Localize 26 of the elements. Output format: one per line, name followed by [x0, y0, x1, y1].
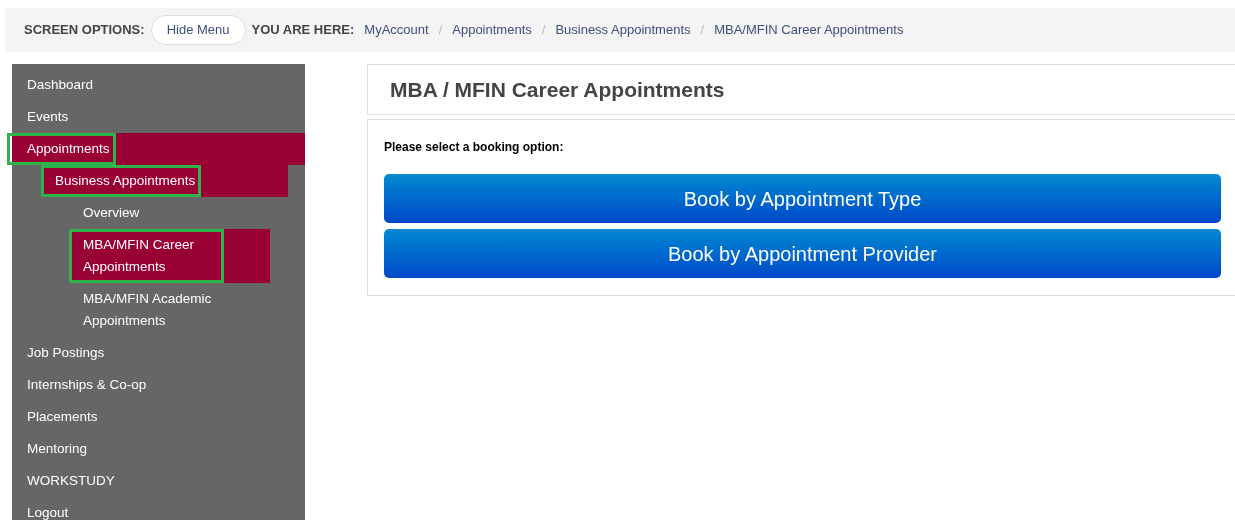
breadcrumb-link[interactable]: Business Appointments [555, 20, 691, 40]
sidebar-item[interactable]: Internships & Co-op [12, 369, 305, 401]
hide-menu-button[interactable]: Hide Menu [150, 15, 246, 45]
sidebar-item[interactable]: WORKSTUDY [12, 465, 305, 497]
sidebar-item[interactable]: Dashboard [12, 69, 305, 101]
booking-prompt: Please select a booking option: [384, 139, 565, 156]
booking-button[interactable]: Book by Appointment Type [384, 174, 1221, 223]
booking-button[interactable]: Book by Appointment Provider [384, 229, 1221, 278]
sidebar-item[interactable]: Placements [12, 401, 305, 433]
page-title: MBA / MFIN Career Appointments [390, 76, 725, 103]
sidebar-item[interactable]: Business Appointments [42, 165, 288, 197]
breadcrumb-separator: / [438, 21, 443, 40]
breadcrumb-separator: / [541, 21, 546, 40]
sidebar-item[interactable]: Logout [12, 497, 305, 520]
breadcrumb-link[interactable]: MyAccount [364, 20, 429, 40]
breadcrumb-separator: / [700, 21, 705, 40]
breadcrumb-link[interactable]: MBA/MFIN Career Appointments [714, 20, 904, 40]
sidebar-item[interactable]: Overview [12, 197, 305, 229]
sidebar-item[interactable]: Events [12, 101, 305, 133]
sidebar-item[interactable]: Mentoring [12, 433, 305, 465]
screen-options-label: SCREEN OPTIONS: [24, 21, 145, 40]
sidebar-item[interactable]: Job Postings [12, 337, 305, 369]
breadcrumb-label: YOU ARE HERE: [251, 21, 355, 40]
breadcrumb-link[interactable]: Appointments [452, 20, 532, 40]
sidebar-item[interactable]: MBA/MFIN Academic Appointments [12, 283, 305, 337]
sidebar-item[interactable]: MBA/MFIN Career Appointments [70, 229, 270, 283]
